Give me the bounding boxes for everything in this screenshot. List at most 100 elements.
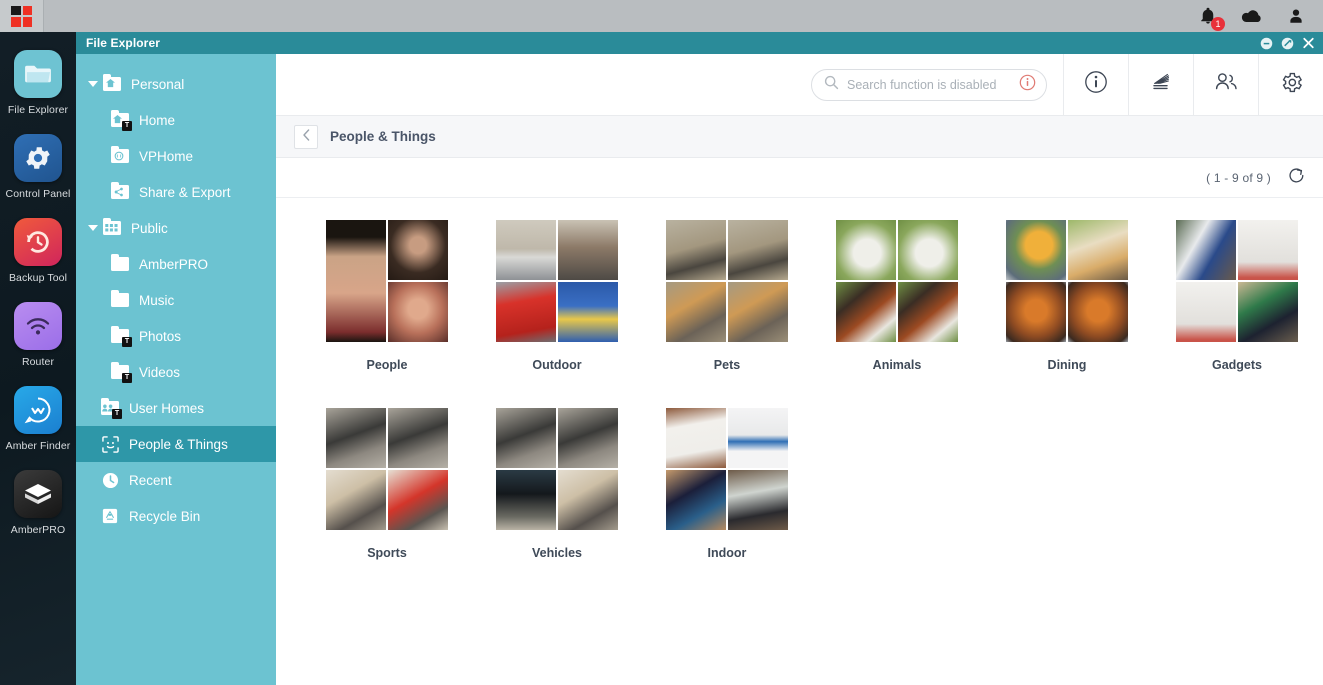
album-thumbnail bbox=[326, 220, 448, 342]
thumb-cell bbox=[1176, 220, 1236, 280]
box-icon bbox=[14, 470, 62, 518]
thumb-cell bbox=[496, 470, 556, 530]
notification-count-badge: 1 bbox=[1211, 17, 1225, 31]
info-circle-icon bbox=[1084, 70, 1108, 99]
album-tile[interactable]: Dining bbox=[982, 220, 1152, 372]
info-button[interactable] bbox=[1064, 54, 1128, 116]
back-button[interactable] bbox=[294, 125, 318, 149]
thumb-cell bbox=[728, 220, 788, 280]
vp-folder-icon bbox=[110, 148, 130, 164]
tree-item-label: Photos bbox=[139, 329, 181, 344]
window-title-bar[interactable]: File Explorer bbox=[76, 32, 1323, 54]
app-launcher-logo[interactable] bbox=[0, 0, 44, 32]
rail-label: AmberPRO bbox=[11, 524, 65, 536]
thumb-cell bbox=[1006, 282, 1066, 342]
users-folder-icon: T bbox=[100, 400, 120, 416]
tasks-button[interactable] bbox=[1129, 54, 1193, 116]
thumb-cell bbox=[388, 470, 448, 530]
folder-tree-sidebar: Personal T Home VPHome bbox=[76, 54, 276, 685]
album-thumbnail bbox=[836, 220, 958, 342]
settings-button[interactable] bbox=[1259, 54, 1323, 116]
tree-item-photos[interactable]: T Photos bbox=[76, 318, 276, 354]
search-box[interactable] bbox=[811, 69, 1047, 101]
album-name: Animals bbox=[873, 358, 922, 372]
thumb-cell bbox=[728, 282, 788, 342]
thumb-cell bbox=[836, 220, 896, 280]
user-account-icon[interactable] bbox=[1285, 5, 1307, 27]
thumb-cell bbox=[666, 282, 726, 342]
thumb-cell bbox=[1238, 220, 1298, 280]
tree-item-amberpro[interactable]: AmberPRO bbox=[76, 246, 276, 282]
album-thumbnail bbox=[326, 408, 448, 530]
rail-item-file-explorer[interactable]: File Explorer bbox=[0, 50, 76, 116]
users-button[interactable] bbox=[1194, 54, 1258, 116]
rail-item-backup-tool[interactable]: Backup Tool bbox=[0, 218, 76, 284]
tree-item-recycle-bin[interactable]: Recycle Bin bbox=[76, 498, 276, 534]
rail-item-control-panel[interactable]: Control Panel bbox=[0, 134, 76, 200]
tree-item-videos[interactable]: T Videos bbox=[76, 354, 276, 390]
breadcrumb-current-path: People & Things bbox=[330, 129, 436, 144]
album-tile[interactable]: Vehicles bbox=[472, 408, 642, 560]
tag-badge: T bbox=[112, 409, 122, 419]
album-tile[interactable]: Indoor bbox=[642, 408, 812, 560]
close-button[interactable] bbox=[1302, 37, 1315, 50]
album-tile[interactable]: Outdoor bbox=[472, 220, 642, 372]
thumb-cell bbox=[326, 470, 386, 530]
rail-item-amberpro[interactable]: AmberPRO bbox=[0, 470, 76, 536]
album-name: Outdoor bbox=[532, 358, 581, 372]
refresh-button[interactable] bbox=[1285, 167, 1307, 189]
tree-item-label: User Homes bbox=[129, 401, 204, 416]
rail-label: File Explorer bbox=[8, 104, 68, 116]
rail-label: Backup Tool bbox=[9, 272, 67, 284]
search-input[interactable] bbox=[847, 78, 1019, 92]
album-name: Dining bbox=[1048, 358, 1087, 372]
tree-item-label: Recent bbox=[129, 473, 172, 488]
chevron-down-icon[interactable] bbox=[86, 225, 100, 232]
minimize-button[interactable] bbox=[1260, 37, 1273, 50]
album-tile[interactable]: Sports bbox=[302, 408, 472, 560]
tree-item-recent[interactable]: Recent bbox=[76, 462, 276, 498]
thumb-cell bbox=[666, 470, 726, 530]
chevron-left-icon bbox=[302, 128, 311, 146]
tree-item-vphome[interactable]: VPHome bbox=[76, 138, 276, 174]
tree-item-personal[interactable]: Personal bbox=[76, 66, 276, 102]
chevron-down-icon[interactable] bbox=[86, 81, 100, 88]
rail-label: Control Panel bbox=[6, 188, 71, 200]
os-top-bar: 1 bbox=[0, 0, 1323, 32]
tree-item-public[interactable]: Public bbox=[76, 210, 276, 246]
cloud-icon[interactable] bbox=[1241, 5, 1263, 27]
thumb-cell bbox=[388, 408, 448, 468]
album-name: Vehicles bbox=[532, 546, 582, 560]
tree-item-share-export[interactable]: Share & Export bbox=[76, 174, 276, 210]
public-folder-icon bbox=[102, 220, 122, 236]
tree-item-user-homes[interactable]: T User Homes bbox=[76, 390, 276, 426]
thumb-cell bbox=[496, 408, 556, 468]
window-controls bbox=[1260, 37, 1315, 50]
tree-item-music[interactable]: Music bbox=[76, 282, 276, 318]
tree-item-people-and-things[interactable]: People & Things bbox=[76, 426, 276, 462]
search-icon bbox=[824, 75, 839, 95]
window-title: File Explorer bbox=[86, 36, 160, 50]
thumb-cell bbox=[496, 220, 556, 280]
clock-icon bbox=[100, 472, 120, 488]
thumb-cell bbox=[558, 282, 618, 342]
thumb-cell bbox=[326, 220, 386, 342]
info-alert-icon[interactable] bbox=[1019, 74, 1036, 96]
tag-badge: T bbox=[122, 121, 132, 131]
thumb-cell bbox=[326, 408, 386, 468]
album-tile[interactable]: Gadgets bbox=[1152, 220, 1322, 372]
maximize-button[interactable] bbox=[1281, 37, 1294, 50]
folder-icon bbox=[110, 256, 130, 272]
logo-grid-icon bbox=[11, 6, 32, 27]
album-tile[interactable]: People bbox=[302, 220, 472, 372]
album-tile[interactable]: Pets bbox=[642, 220, 812, 372]
rail-item-amber-finder[interactable]: Amber Finder bbox=[0, 386, 76, 452]
thumb-cell bbox=[898, 282, 958, 342]
album-thumbnail bbox=[666, 408, 788, 530]
album-thumbnail bbox=[496, 220, 618, 342]
gear-icon bbox=[1279, 70, 1304, 100]
album-tile[interactable]: Animals bbox=[812, 220, 982, 372]
rail-item-router[interactable]: Router bbox=[0, 302, 76, 368]
tree-item-home[interactable]: T Home bbox=[76, 102, 276, 138]
notifications-bell-icon[interactable]: 1 bbox=[1197, 5, 1219, 27]
